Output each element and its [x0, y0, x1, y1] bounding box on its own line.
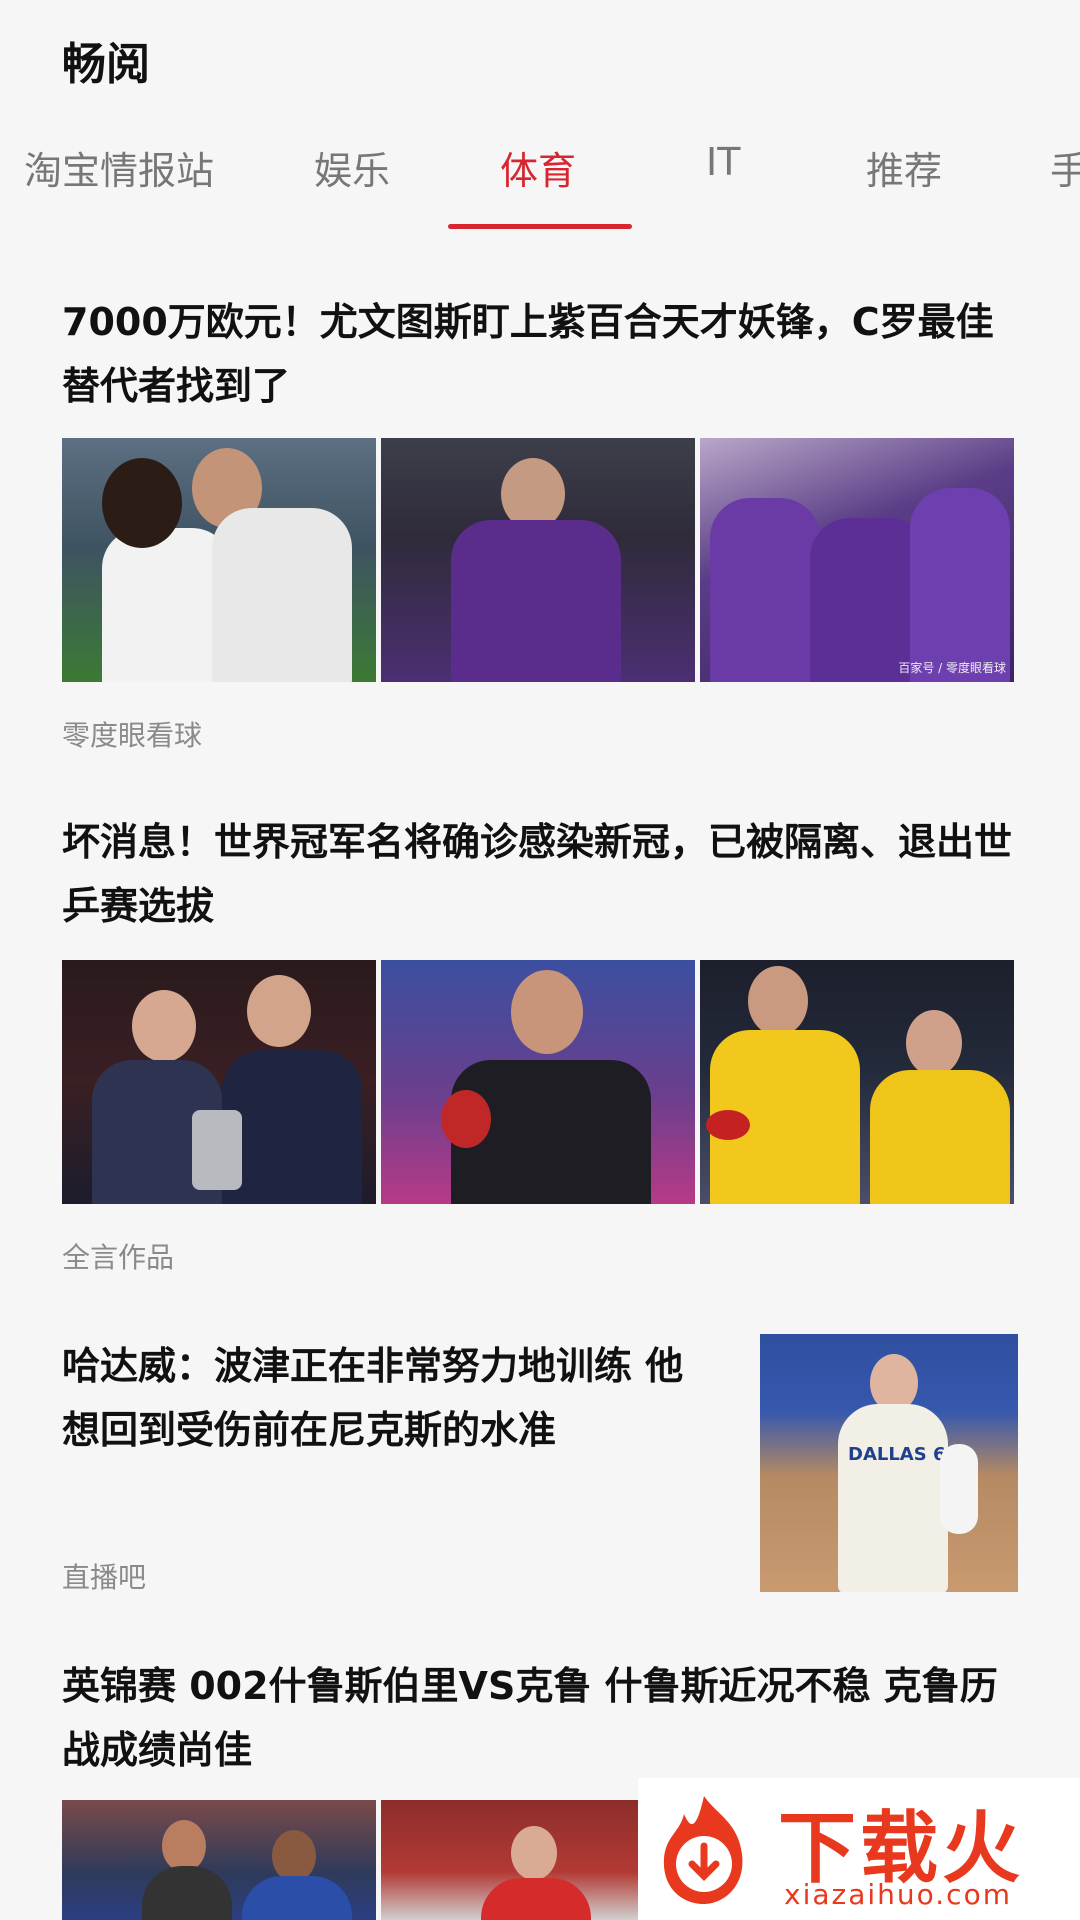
article-image-table-tennis-player-celebrating[interactable]: [381, 960, 695, 1204]
article-image-fiorentina-team-celebrating[interactable]: 百家号 / 零度眼看球: [700, 438, 1014, 682]
tab-sports[interactable]: 体育: [500, 140, 576, 195]
article-image-row[interactable]: 百家号 / 零度眼看球: [62, 438, 1014, 682]
article-source: 直播吧: [62, 1561, 147, 1594]
watermark-banner: 下载火 xiazaihuo.com: [638, 1778, 1080, 1920]
article-source: 全言作品: [62, 1241, 175, 1274]
article-headline[interactable]: 英锦赛 002什鲁斯伯里VS克鲁 什鲁斯近况不稳 克鲁历战成绩尚佳: [62, 1654, 1012, 1782]
image-caption: 百家号 / 零度眼看球: [898, 661, 1006, 675]
article-image-table-tennis-pair-with-trophy[interactable]: [62, 960, 376, 1204]
article-headline[interactable]: 哈达威：波津正在非常努力地训练 他想回到受伤前在尼克斯的水准: [62, 1334, 702, 1462]
watermark-url: xiazaihuo.com: [784, 1878, 1012, 1911]
tab-it[interactable]: IT: [706, 140, 740, 184]
article-image-table-tennis-doubles-pair[interactable]: [700, 960, 1014, 1204]
active-tab-indicator: [448, 224, 632, 229]
article-image-row[interactable]: [62, 960, 1014, 1204]
fire-download-icon: [646, 1792, 762, 1908]
article-image-football-players-hugging[interactable]: [62, 438, 376, 682]
article-headline[interactable]: 坏消息！世界冠军名将确诊感染新冠，已被隔离、退出世乒赛选拔: [62, 810, 1012, 938]
jersey-text: DALLAS 6: [848, 1444, 946, 1465]
article-headline[interactable]: 7000万欧元！尤文图斯盯上紫百合天才妖锋，C罗最佳替代者找到了: [62, 290, 1012, 418]
tab-phone[interactable]: 手: [1050, 140, 1080, 195]
article-image-dallas-basketball-player[interactable]: DALLAS 6: [760, 1334, 1018, 1592]
article-source: 零度眼看球: [62, 719, 203, 752]
tab-taobao-intel[interactable]: 淘宝情报站: [24, 140, 214, 195]
tab-recommend[interactable]: 推荐: [866, 140, 942, 195]
article-image-fiorentina-player[interactable]: [381, 438, 695, 682]
article-image-soccer-match-players[interactable]: [62, 1800, 376, 1920]
app-title: 畅阅: [62, 39, 150, 90]
tab-entertainment[interactable]: 娱乐: [314, 140, 390, 195]
category-tabs: 淘宝情报站 娱乐 体育 IT 推荐 手: [0, 140, 1080, 230]
